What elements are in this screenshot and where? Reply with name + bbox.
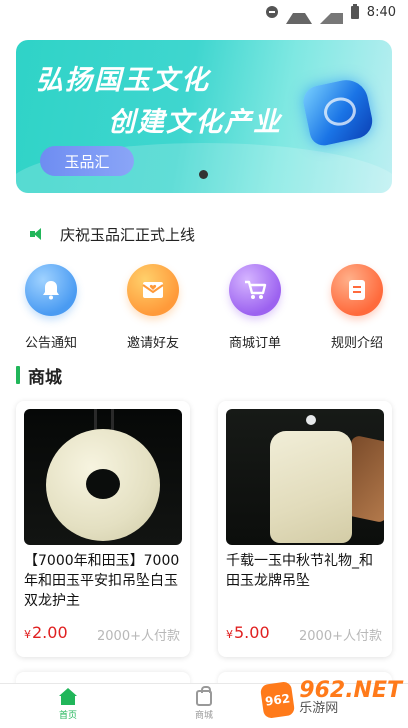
announcement-text: 庆祝玉品汇正式上线 (60, 225, 196, 244)
product-image (226, 409, 384, 545)
quick-menu: 公告通知 邀请好友 商城订单 规则介绍 (0, 264, 408, 354)
jade-dragon-pendant (270, 431, 352, 543)
pendant-bead (306, 415, 316, 425)
menu-item-notice[interactable]: 公告通知 (6, 264, 96, 354)
product-paid-count: 2000+人付款 (299, 629, 382, 644)
jade-stone-image (300, 76, 376, 148)
menu-item-invite[interactable]: 邀请好友 (108, 264, 198, 354)
banner-brand-badge: 玉品汇 (40, 146, 134, 176)
document-icon (331, 264, 383, 316)
tab-mall[interactable]: 商城 (136, 684, 272, 728)
home-icon (59, 688, 77, 706)
tab-home[interactable]: 首页 (0, 684, 136, 728)
do-not-disturb-icon (265, 6, 278, 18)
section-title-text: 商城 (28, 367, 62, 388)
tab-label: 商城 (194, 711, 213, 721)
product-title: 【7000年和田玉】7000年和田玉平安扣吊坠白玉双龙护主 (24, 553, 180, 609)
banner-carousel[interactable]: 弘扬国玉文化 创建文化产业 玉品汇 (16, 40, 392, 193)
banner-headline: 弘扬国玉文化 (36, 65, 210, 96)
product-price: ¥5.00 (226, 623, 270, 642)
menu-item-label: 公告通知 (24, 336, 77, 351)
banner-subheadline: 创建文化产业 (108, 107, 282, 138)
menu-item-orders[interactable]: 商城订单 (210, 264, 300, 354)
no-signal-icon (319, 1, 343, 24)
menu-item-label: 邀请好友 (126, 336, 179, 351)
product-paid-count: 2000+人付款 (97, 629, 180, 644)
envelope-icon (127, 264, 179, 316)
wifi-icon (285, 1, 312, 24)
status-bar: 8:40 (0, 0, 408, 24)
section-title-mall: 商城 (16, 364, 62, 388)
cart-icon (229, 264, 281, 316)
jade-disc-pendant (46, 429, 160, 541)
watermark-badge: 962 (259, 680, 296, 720)
menu-item-label: 商城订单 (228, 336, 281, 351)
menu-item-label: 规则介绍 (330, 336, 383, 351)
announcement-bar[interactable]: 庆祝玉品汇正式上线 (30, 222, 195, 246)
product-title: 千载一玉中秋节礼物_和田玉龙牌吊坠 (226, 553, 373, 589)
product-card[interactable]: 千载一玉中秋节礼物_和田玉龙牌吊坠 ¥5.00 2000+人付款 (218, 401, 392, 657)
watermark-site-name: 乐游网 (299, 701, 339, 716)
status-time: 8:40 (366, 4, 396, 20)
product-card[interactable]: 【7000年和田玉】7000年和田玉平安扣吊坠白玉双龙护主 ¥2.00 2000… (16, 401, 190, 657)
menu-item-rules[interactable]: 规则介绍 (312, 264, 402, 354)
shopping-bag-icon (196, 686, 212, 706)
product-image (24, 409, 182, 545)
product-price: ¥2.00 (24, 623, 68, 642)
speaker-icon (30, 227, 46, 241)
carousel-indicator-dot[interactable] (199, 170, 208, 179)
battery-icon (350, 3, 359, 19)
watermark-domain: 962.NET (299, 678, 402, 703)
tab-label: 首页 (58, 711, 77, 721)
bell-icon (25, 264, 77, 316)
section-title-bar (16, 366, 20, 384)
site-watermark-logo: 962 962.NET 乐游网 (259, 676, 402, 724)
